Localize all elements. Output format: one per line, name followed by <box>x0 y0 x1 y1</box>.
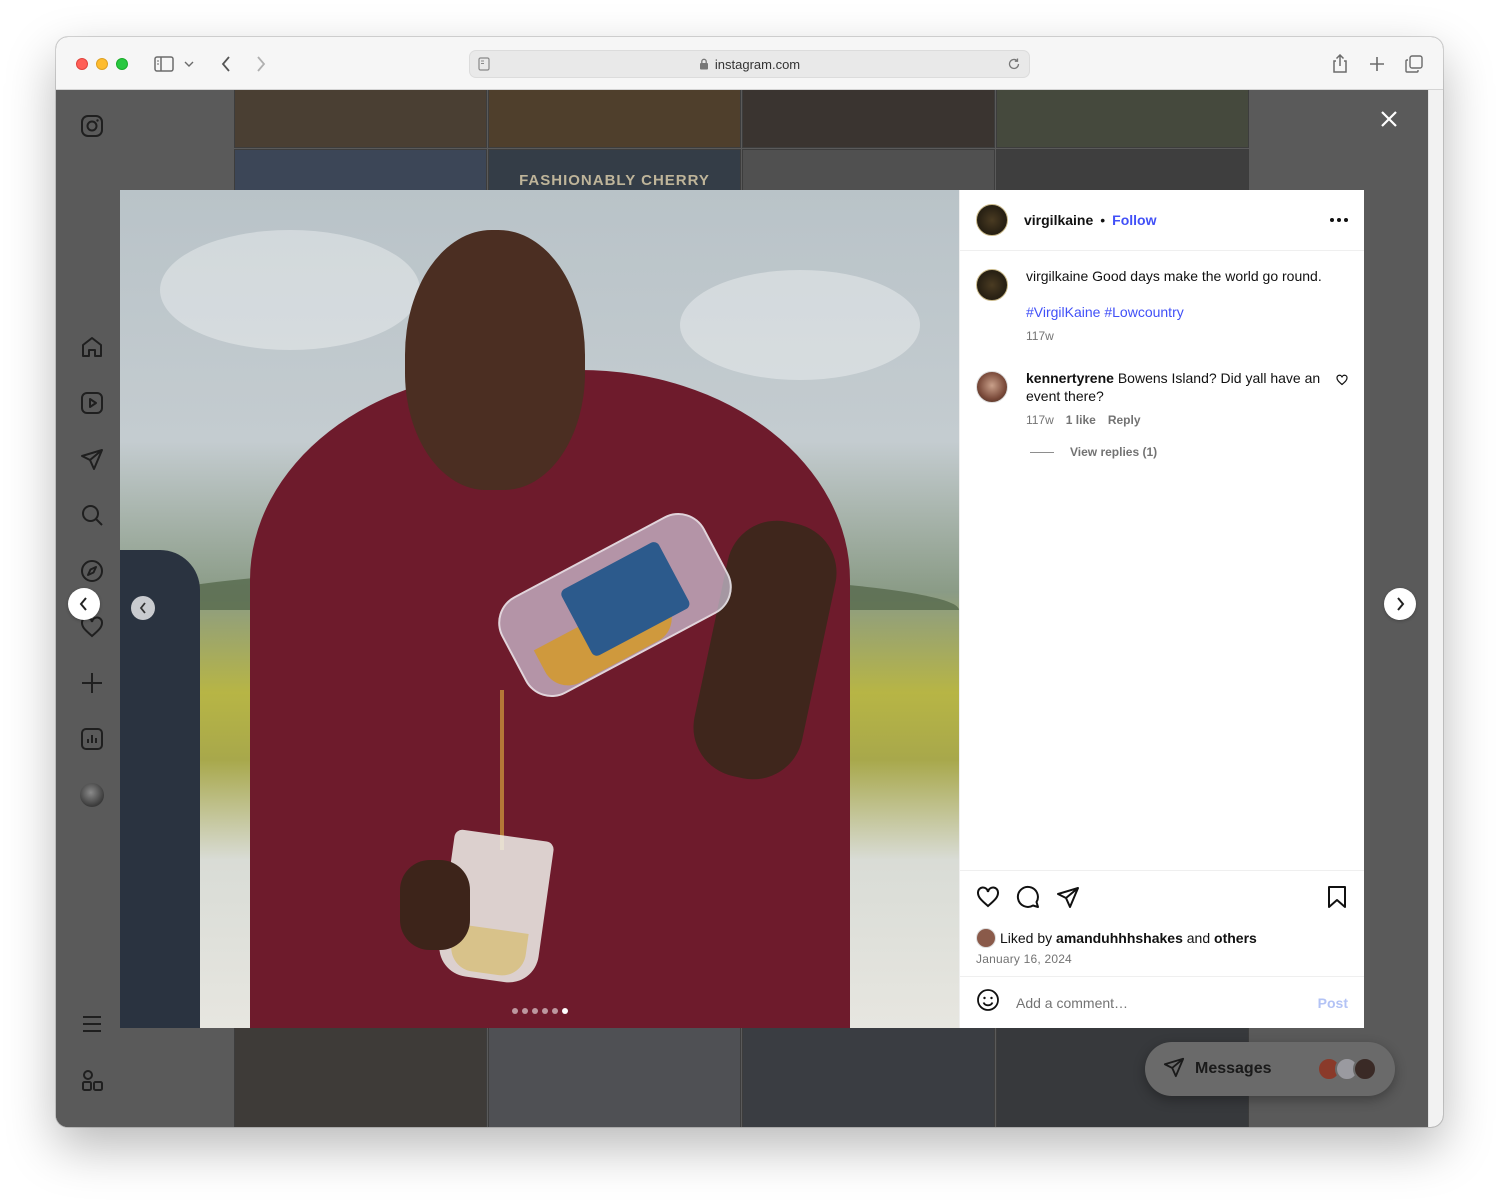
liked-by-others[interactable]: others <box>1214 930 1257 946</box>
home-icon[interactable] <box>78 333 106 361</box>
emoji-icon[interactable] <box>976 988 1000 1017</box>
next-post-button[interactable] <box>1384 588 1416 620</box>
grid-tile[interactable] <box>488 1027 741 1127</box>
caption-text: Good days make the world go round. <box>1092 268 1322 284</box>
reply-button[interactable]: Reply <box>1108 411 1141 429</box>
post-header: virgilkaine • Follow <box>960 190 1364 251</box>
comment-item: kennertyrene Bowens Island? Did yall hav… <box>976 369 1348 429</box>
grid-tile[interactable] <box>488 90 741 148</box>
comment-likes[interactable]: 1 like <box>1066 411 1096 429</box>
forward-icon[interactable] <box>249 52 273 76</box>
commenter-username[interactable]: kennertyrene <box>1026 370 1114 386</box>
caption: virgilkaine Good days make the world go … <box>976 267 1348 345</box>
post-details-panel: virgilkaine • Follow virgilkaine Good da… <box>959 190 1364 1028</box>
post-date[interactable]: January 16, 2024 <box>976 952 1348 966</box>
carousel-dot <box>561 1008 568 1014</box>
search-icon[interactable] <box>78 501 106 529</box>
page-scrollbar[interactable] <box>1428 90 1443 1127</box>
minimize-window-button[interactable] <box>96 58 108 70</box>
sidebar-toggle-icon[interactable] <box>152 52 176 76</box>
new-tab-icon[interactable] <box>1365 52 1389 76</box>
chevron-down-icon[interactable] <box>182 52 196 76</box>
liked-by-username[interactable]: amanduhhhshakes <box>1056 930 1183 946</box>
lock-icon <box>699 58 709 70</box>
commenter-avatar[interactable] <box>976 371 1008 403</box>
caption-hashtags[interactable]: #VirgilKaine #Lowcountry <box>1026 303 1348 321</box>
caption-avatar[interactable] <box>976 269 1008 301</box>
close-modal-icon[interactable] <box>1376 106 1402 132</box>
messages-avatars <box>1317 1057 1377 1081</box>
caption-username[interactable]: virgilkaine <box>1026 268 1088 284</box>
author-username[interactable]: virgilkaine <box>1024 212 1093 228</box>
menu-icon[interactable] <box>78 1010 106 1038</box>
grid-tile[interactable] <box>234 1027 487 1127</box>
separator-dot: • <box>1100 212 1106 228</box>
comment-age: 117w <box>1026 413 1054 427</box>
close-window-button[interactable] <box>76 58 88 70</box>
url-text: instagram.com <box>714 56 801 72</box>
page-overlay: FASHIONABLY CHERRY virgilkaine • Follow … <box>56 90 1428 1127</box>
carousel-dots <box>120 1008 959 1014</box>
liked-by: Liked by amanduhhhshakes and others <box>976 928 1348 948</box>
reload-icon[interactable] <box>1007 57 1021 74</box>
liked-by-prefix: Liked by <box>1000 930 1053 946</box>
create-plus-icon[interactable] <box>78 669 106 697</box>
save-bookmark-icon[interactable] <box>1326 885 1348 914</box>
add-comment-bar: Post <box>960 976 1364 1028</box>
like-comment-heart-icon[interactable] <box>1336 373 1348 429</box>
liked-by-and: and <box>1186 930 1211 946</box>
carousel-dot <box>531 1008 538 1014</box>
comments-list: virgilkaine Good days make the world go … <box>960 251 1364 459</box>
previous-post-button[interactable] <box>68 588 100 620</box>
post-comment-button[interactable]: Post <box>1318 995 1348 1011</box>
zoom-window-button[interactable] <box>116 58 128 70</box>
like-heart-icon[interactable] <box>976 885 1000 914</box>
liker-avatar[interactable] <box>976 928 996 948</box>
share-icon[interactable] <box>1328 52 1352 76</box>
grid-tile-label: FASHIONABLY CHERRY <box>519 172 710 189</box>
author-avatar[interactable] <box>976 204 1008 236</box>
share-send-icon[interactable] <box>1056 885 1080 914</box>
view-replies-button[interactable]: View replies (1) <box>1030 445 1348 459</box>
post-actions: Liked by amanduhhhshakes and others Janu… <box>960 870 1364 966</box>
follow-button[interactable]: Follow <box>1112 212 1156 228</box>
address-bar[interactable]: instagram.com <box>469 50 1030 78</box>
back-icon[interactable] <box>214 52 238 76</box>
post-modal: virgilkaine • Follow virgilkaine Good da… <box>120 190 1364 1028</box>
instagram-logo-icon[interactable] <box>78 112 106 140</box>
post-media-photo <box>120 190 959 1028</box>
messages-send-icon <box>1163 1056 1185 1083</box>
profile-avatar[interactable] <box>78 781 106 809</box>
comment-bubble-icon[interactable] <box>1016 885 1040 914</box>
carousel-dot <box>521 1008 528 1014</box>
view-replies-label: View replies (1) <box>1070 445 1158 459</box>
direct-send-icon[interactable] <box>78 445 106 473</box>
insights-icon[interactable] <box>78 725 106 753</box>
browser-window: instagram.com FASHIONABLY CHERRY virgilk… <box>56 37 1443 1127</box>
grid-tile[interactable] <box>742 90 995 148</box>
messages-button[interactable]: Messages <box>1145 1042 1395 1096</box>
carousel-prev-button[interactable] <box>131 596 155 620</box>
grid-tile[interactable] <box>996 90 1249 148</box>
reels-icon[interactable] <box>78 389 106 417</box>
caption-age: 117w <box>1026 329 1054 343</box>
more-options-icon[interactable] <box>1330 218 1348 222</box>
carousel-dot <box>541 1008 548 1014</box>
page-icon <box>478 57 490 74</box>
carousel-dot <box>511 1008 518 1014</box>
grid-tile[interactable] <box>234 90 487 148</box>
messages-label: Messages <box>1195 1060 1272 1077</box>
tab-overview-icon[interactable] <box>1402 52 1426 76</box>
message-avatar <box>1353 1057 1377 1081</box>
grid-tile[interactable] <box>742 1027 995 1127</box>
explore-icon[interactable] <box>78 557 106 585</box>
also-from-meta-icon[interactable] <box>78 1066 106 1094</box>
browser-toolbar: instagram.com <box>56 37 1443 90</box>
carousel-dot <box>551 1008 558 1014</box>
comment-input[interactable] <box>1016 994 1318 1011</box>
